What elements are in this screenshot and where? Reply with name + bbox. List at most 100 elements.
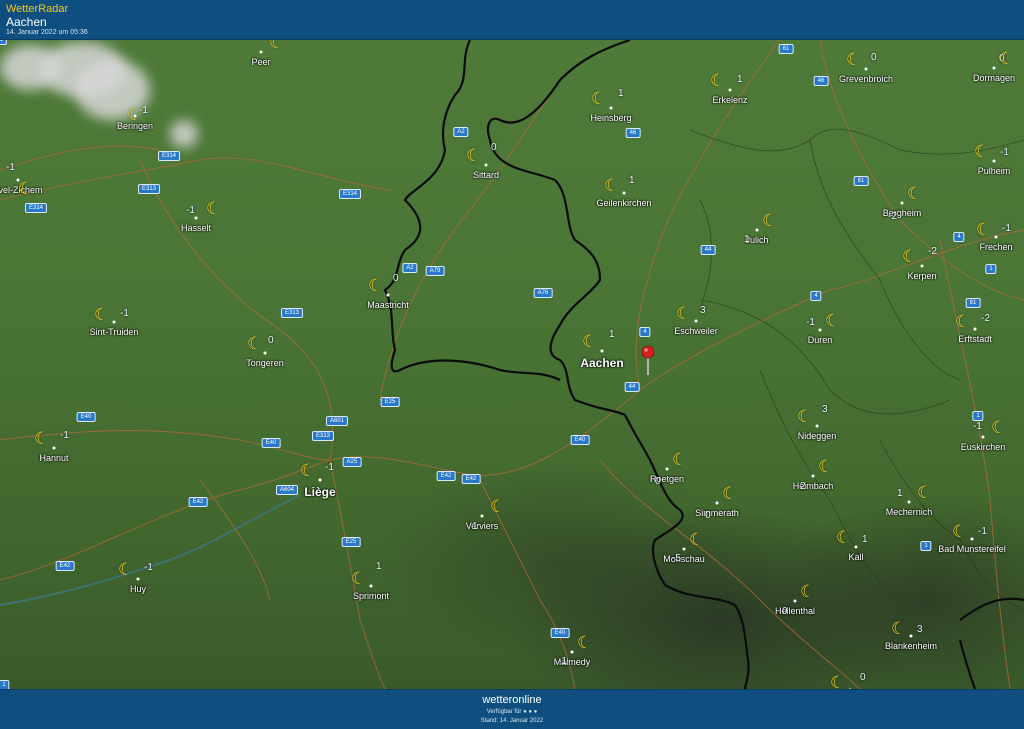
city-label[interactable]: Verviers <box>466 521 499 531</box>
crescent-moon-icon: ☾ <box>762 211 778 230</box>
city-label[interactable]: Euskirchen <box>961 442 1006 452</box>
city-label[interactable]: Heimbach <box>793 481 834 491</box>
city-label[interactable]: Sint-Truiden <box>90 327 139 337</box>
city-dot <box>112 320 116 324</box>
availability-text: Verfügbar für ● ● ● <box>486 709 538 715</box>
city-label[interactable]: Erkelenz <box>712 95 747 105</box>
city-label[interactable]: Mechernich <box>886 507 933 517</box>
city-dot <box>815 424 819 428</box>
temperature-value: -1 <box>973 421 982 432</box>
temperature-value: 3 <box>822 404 828 415</box>
city-label[interactable]: Frechen <box>979 242 1012 252</box>
city-label[interactable]: Simmerath <box>695 508 739 518</box>
city-dot <box>793 599 797 603</box>
city-label[interactable]: Sprimont <box>353 591 389 601</box>
temperature-value: 1 <box>862 534 868 545</box>
map-pin-icon[interactable] <box>641 345 655 375</box>
road-number-badge: A2 <box>402 263 418 273</box>
city-dot <box>484 163 488 167</box>
crescent-moon-icon: ☾ <box>891 619 907 638</box>
road-number-badge: 1 <box>985 264 997 274</box>
city-label[interactable]: Monschau <box>663 554 705 564</box>
crescent-moon-icon: ☾ <box>247 334 263 353</box>
city-label[interactable]: Huy <box>130 584 146 594</box>
city-dot <box>194 216 198 220</box>
city-label[interactable]: Hasselt <box>181 223 211 233</box>
temperature-value: -1 <box>325 462 334 473</box>
road-number-badge: 61 <box>853 176 869 186</box>
city-dot <box>818 328 822 332</box>
road-number-badge: 61 <box>965 298 981 308</box>
crescent-moon-icon: ☾ <box>722 484 738 503</box>
crescent-moon-icon: ☾ <box>999 49 1015 68</box>
temperature-value: 3 <box>917 624 923 635</box>
city-label[interactable]: Liège <box>304 485 335 499</box>
crescent-moon-icon: ☾ <box>577 633 593 652</box>
crescent-moon-icon: ☾ <box>689 530 705 549</box>
road-number-badge: E42 <box>461 474 481 484</box>
radar-map[interactable]: Peer☾Beringen-1☾avel-Zichem-1☾Hasselt-1☾… <box>0 40 1024 689</box>
road-number-badge: E313 <box>280 308 304 318</box>
city-dot <box>992 66 996 70</box>
city-label[interactable]: Geilenkirchen <box>596 198 651 208</box>
road-number-badge: E313 <box>311 431 335 441</box>
road-number-badge: A76 <box>533 288 553 298</box>
city-label[interactable]: Hannut <box>39 453 68 463</box>
city-label[interactable]: Tongeren <box>246 358 284 368</box>
city-label[interactable]: Maastricht <box>367 300 409 310</box>
city-label[interactable]: Erftstadt <box>958 334 992 344</box>
crescent-moon-icon: ☾ <box>902 247 918 266</box>
city-label[interactable]: Dormagen <box>973 73 1015 83</box>
city-dot <box>900 201 904 205</box>
city-dot <box>909 634 913 638</box>
city-label[interactable]: Nideggen <box>798 431 837 441</box>
city-label[interactable]: Eschweiler <box>674 326 718 336</box>
city-label[interactable]: Hellenthal <box>775 606 815 616</box>
city-label[interactable]: Aachen <box>580 356 623 370</box>
crescent-moon-icon: ☾ <box>676 304 692 323</box>
city-dot <box>715 501 719 505</box>
city-label[interactable]: Blankenheim <box>885 641 937 651</box>
road-number-badge: 1 <box>972 411 984 421</box>
footer-bar: wetteronline Verfügbar für ● ● ● Stand: … <box>0 689 1024 729</box>
temperature-value: 0 <box>491 142 497 153</box>
temperature-value: -1 <box>558 656 567 667</box>
city-label[interactable]: Grevenbroich <box>839 74 893 84</box>
city-label[interactable]: Peer <box>251 57 270 67</box>
road-number-badge: E314 <box>24 203 48 213</box>
road-number-badge: 4 <box>639 327 651 337</box>
road-number-badge: E40 <box>550 628 570 638</box>
city-dot <box>259 50 263 54</box>
crescent-moon-icon: ☾ <box>797 407 813 426</box>
crescent-moon-icon: ☾ <box>34 429 50 448</box>
city-label[interactable]: Sittard <box>473 170 499 180</box>
city-label[interactable]: Bad Munstereifel <box>938 544 1006 554</box>
city-label[interactable]: Heinsberg <box>590 113 631 123</box>
temperature-value: -1 <box>806 317 815 328</box>
crescent-moon-icon: ☾ <box>800 582 816 601</box>
road-number-badge: E40 <box>261 438 281 448</box>
city-dot <box>907 500 911 504</box>
road-number-badge: 11 <box>0 40 8 45</box>
temperature-value: -1 <box>60 430 69 441</box>
road-number-badge: E314 <box>338 189 362 199</box>
temperature-value: 1 <box>376 561 382 572</box>
road-number-badge: E314 <box>157 151 181 161</box>
city-label[interactable]: Pulheim <box>978 166 1011 176</box>
city-label[interactable]: Duren <box>808 335 833 345</box>
brand-logo[interactable]: wetteronline <box>0 694 1024 706</box>
city-label[interactable]: Kall <box>848 552 863 562</box>
crescent-moon-icon: ☾ <box>955 312 971 331</box>
crescent-moon-icon: ☾ <box>846 50 862 69</box>
road-number-badge: E42 <box>55 561 75 571</box>
temperature-value: 0 <box>268 335 274 346</box>
temperature-value: 1 <box>629 175 635 186</box>
road-number-badge: 4 <box>953 232 965 242</box>
crescent-moon-icon: ☾ <box>118 560 134 579</box>
city-label[interactable]: Kerpen <box>907 271 936 281</box>
road-number-badge: 44 <box>624 382 640 392</box>
crescent-moon-icon: ☾ <box>672 450 688 469</box>
temperature-value: -1 <box>144 562 153 573</box>
city-dot <box>973 327 977 331</box>
temperature-value: 3 <box>700 305 706 316</box>
